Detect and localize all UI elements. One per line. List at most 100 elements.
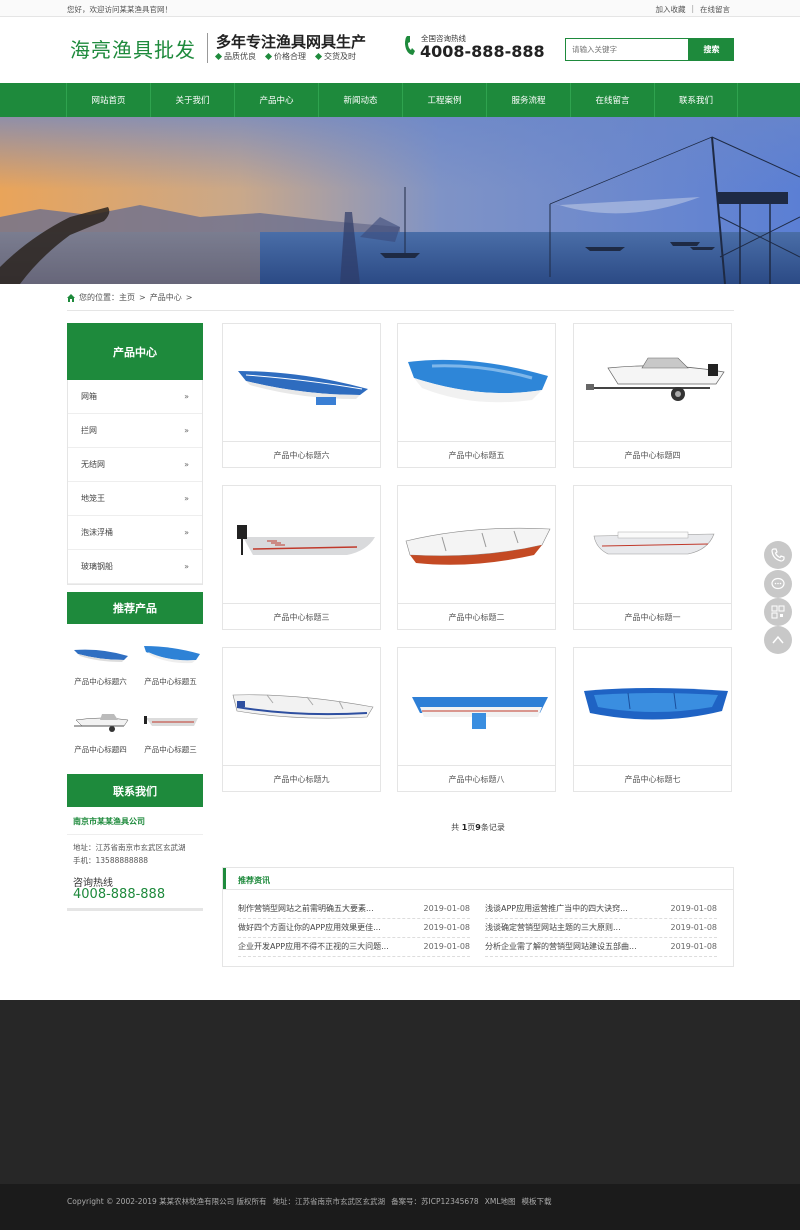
news-item[interactable]: 做好四个方面让你的APP应用效果更佳... 2019-01-08: [238, 918, 470, 938]
breadcrumb-divider: [67, 310, 734, 311]
category-item[interactable]: 地笼王»: [68, 482, 202, 516]
footer-xml-link[interactable]: XML地图: [485, 1196, 516, 1207]
product-image[interactable]: [574, 324, 731, 442]
float-chat-button[interactable]: [764, 570, 792, 598]
double-arrow-icon: »: [184, 426, 189, 435]
pagination: 共 1页9条记录: [451, 823, 505, 832]
nav-item-cases[interactable]: 工程案例: [402, 83, 486, 117]
nav-item-news[interactable]: 新闻动态: [318, 83, 402, 117]
double-arrow-icon: »: [184, 392, 189, 401]
search-button[interactable]: 搜索: [689, 38, 734, 61]
phone-icon: [405, 36, 415, 55]
news-item[interactable]: 浅谈APP应用运营推广当中的四大诀窍... 2019-01-08: [485, 899, 717, 919]
boat-image: [73, 714, 128, 732]
breadcrumb-home[interactable]: 主页: [119, 292, 135, 303]
nav-item-about[interactable]: 关于我们: [150, 83, 234, 117]
product-card[interactable]: 产品中心标题一: [573, 485, 732, 630]
product-card[interactable]: 产品中心标题三: [222, 485, 381, 630]
footer-icp[interactable]: 备案号：苏ICP12345678: [391, 1196, 479, 1207]
product-title[interactable]: 产品中心标题六: [223, 442, 380, 468]
product-image[interactable]: [223, 324, 380, 442]
boat-image: [237, 370, 368, 405]
boat-image: [583, 687, 728, 720]
category-item[interactable]: 玻璃钢船»: [68, 550, 202, 584]
product-title[interactable]: 产品中心标题七: [574, 766, 731, 792]
nav-item-contact[interactable]: 联系我们: [654, 83, 738, 117]
product-title[interactable]: 产品中心标题八: [398, 766, 555, 792]
float-qrcode-button[interactable]: [764, 598, 792, 626]
nav-item-service[interactable]: 服务流程: [486, 83, 570, 117]
product-title[interactable]: 产品中心标题一: [574, 604, 731, 630]
product-card[interactable]: 产品中心标题八: [397, 647, 556, 792]
diamond-icon: [314, 52, 323, 61]
online-message-link[interactable]: 在线留言: [700, 4, 730, 15]
product-title[interactable]: 产品中心标题二: [398, 604, 555, 630]
recommend-item[interactable]: 产品中心标题四: [68, 708, 133, 768]
product-title[interactable]: 产品中心标题三: [223, 604, 380, 630]
product-image[interactable]: [223, 486, 380, 604]
contact-box: 南京市某某渔具公司 地址：江苏省南京市玄武区玄武湖 手机：13588888888…: [67, 807, 203, 911]
fishing-scene-banner: [0, 117, 800, 284]
product-image[interactable]: [398, 648, 555, 766]
product-card[interactable]: 产品中心标题五: [397, 323, 556, 468]
news-item[interactable]: 分析企业需了解的营销型网站建设五部曲... 2019-01-08: [485, 937, 717, 957]
main-nav: 网站首页 关于我们 产品中心 新闻动态 工程案例 服务流程 在线留言 联系我们: [0, 83, 800, 117]
boat-image: [236, 524, 375, 555]
breadcrumb-prefix: 您的位置：: [79, 293, 119, 302]
breadcrumb-separator: >: [139, 293, 146, 302]
product-title[interactable]: 产品中心标题四: [574, 442, 731, 468]
news-item[interactable]: 企业开发APP应用不得不正视的三大问题... 2019-01-08: [238, 937, 470, 957]
hero-banner: [0, 117, 800, 284]
product-image[interactable]: [574, 486, 731, 604]
product-image[interactable]: [398, 486, 555, 604]
category-item[interactable]: 无结网»: [68, 448, 202, 482]
feature-list: 品质优良 价格合理 交货及时: [214, 51, 356, 62]
company-name: 南京市某某渔具公司: [73, 817, 145, 826]
boat-image: [585, 357, 725, 401]
recommend-item[interactable]: 产品中心标题三: [138, 708, 203, 768]
news-panel: 推荐资讯 制作营销型网站之前需明确五大要素... 2019-01-08 做好四个方…: [222, 867, 734, 967]
search-input[interactable]: [565, 38, 689, 61]
category-item[interactable]: 泡沫浮桶»: [68, 516, 202, 550]
boat-image: [232, 693, 373, 718]
product-card[interactable]: 产品中心标题六: [222, 323, 381, 468]
category-list: 网箱» 拦网» 无结网» 地笼王» 泡沫浮桶» 玻璃钢船»: [67, 380, 203, 585]
nav-item-home[interactable]: 网站首页: [66, 83, 150, 117]
product-title[interactable]: 产品中心标题五: [398, 442, 555, 468]
category-item[interactable]: 拦网»: [68, 414, 202, 448]
double-arrow-icon: »: [184, 460, 189, 469]
footer-template-link[interactable]: 模板下载: [522, 1196, 552, 1207]
add-favorite-link[interactable]: 加入收藏: [655, 4, 685, 15]
feature-item: 交货及时: [314, 51, 356, 62]
recommend-item[interactable]: 产品中心标题六: [68, 640, 133, 700]
recommend-title: 推荐产品: [67, 592, 203, 624]
product-title[interactable]: 产品中心标题九: [223, 766, 380, 792]
news-item[interactable]: 浅谈确定营销型网站主题的三大原则... 2019-01-08: [485, 918, 717, 938]
nav-item-products[interactable]: 产品中心: [234, 83, 318, 117]
category-item[interactable]: 网箱»: [68, 380, 202, 414]
product-card[interactable]: 产品中心标题七: [573, 647, 732, 792]
product-image[interactable]: [574, 648, 731, 766]
recommend-item[interactable]: 产品中心标题五: [138, 640, 203, 700]
product-image[interactable]: [223, 648, 380, 766]
breadcrumb-separator: >: [185, 293, 193, 302]
diamond-icon: [214, 52, 223, 61]
product-card[interactable]: 产品中心标题二: [397, 485, 556, 630]
float-top-button[interactable]: [764, 626, 792, 654]
site-logo[interactable]: 海亮渔具批发: [70, 34, 196, 63]
footer-address: 地址：江苏省南京市玄武区玄武湖: [272, 1197, 386, 1206]
header-slogan: 多年专注渔具网具生产: [216, 33, 367, 51]
product-card[interactable]: 产品中心标题九: [222, 647, 381, 792]
boat-image: [411, 696, 548, 729]
news-item[interactable]: 制作营销型网站之前需明确五大要素... 2019-01-08: [238, 899, 470, 919]
double-arrow-icon: »: [184, 528, 189, 537]
double-arrow-icon: »: [184, 562, 189, 571]
product-image[interactable]: [398, 324, 555, 442]
contact-mobile: 手机：13588888888: [73, 856, 148, 865]
hotline-number: 4008-888-888: [420, 42, 545, 61]
footer-copyright: Copyright © 2002-2019 某某农林牧渔有限公司 版权所有: [67, 1197, 267, 1206]
nav-item-message[interactable]: 在线留言: [570, 83, 654, 117]
product-card[interactable]: 产品中心标题四: [573, 323, 732, 468]
breadcrumb-current[interactable]: 产品中心: [150, 292, 182, 303]
float-phone-button[interactable]: [764, 541, 792, 569]
